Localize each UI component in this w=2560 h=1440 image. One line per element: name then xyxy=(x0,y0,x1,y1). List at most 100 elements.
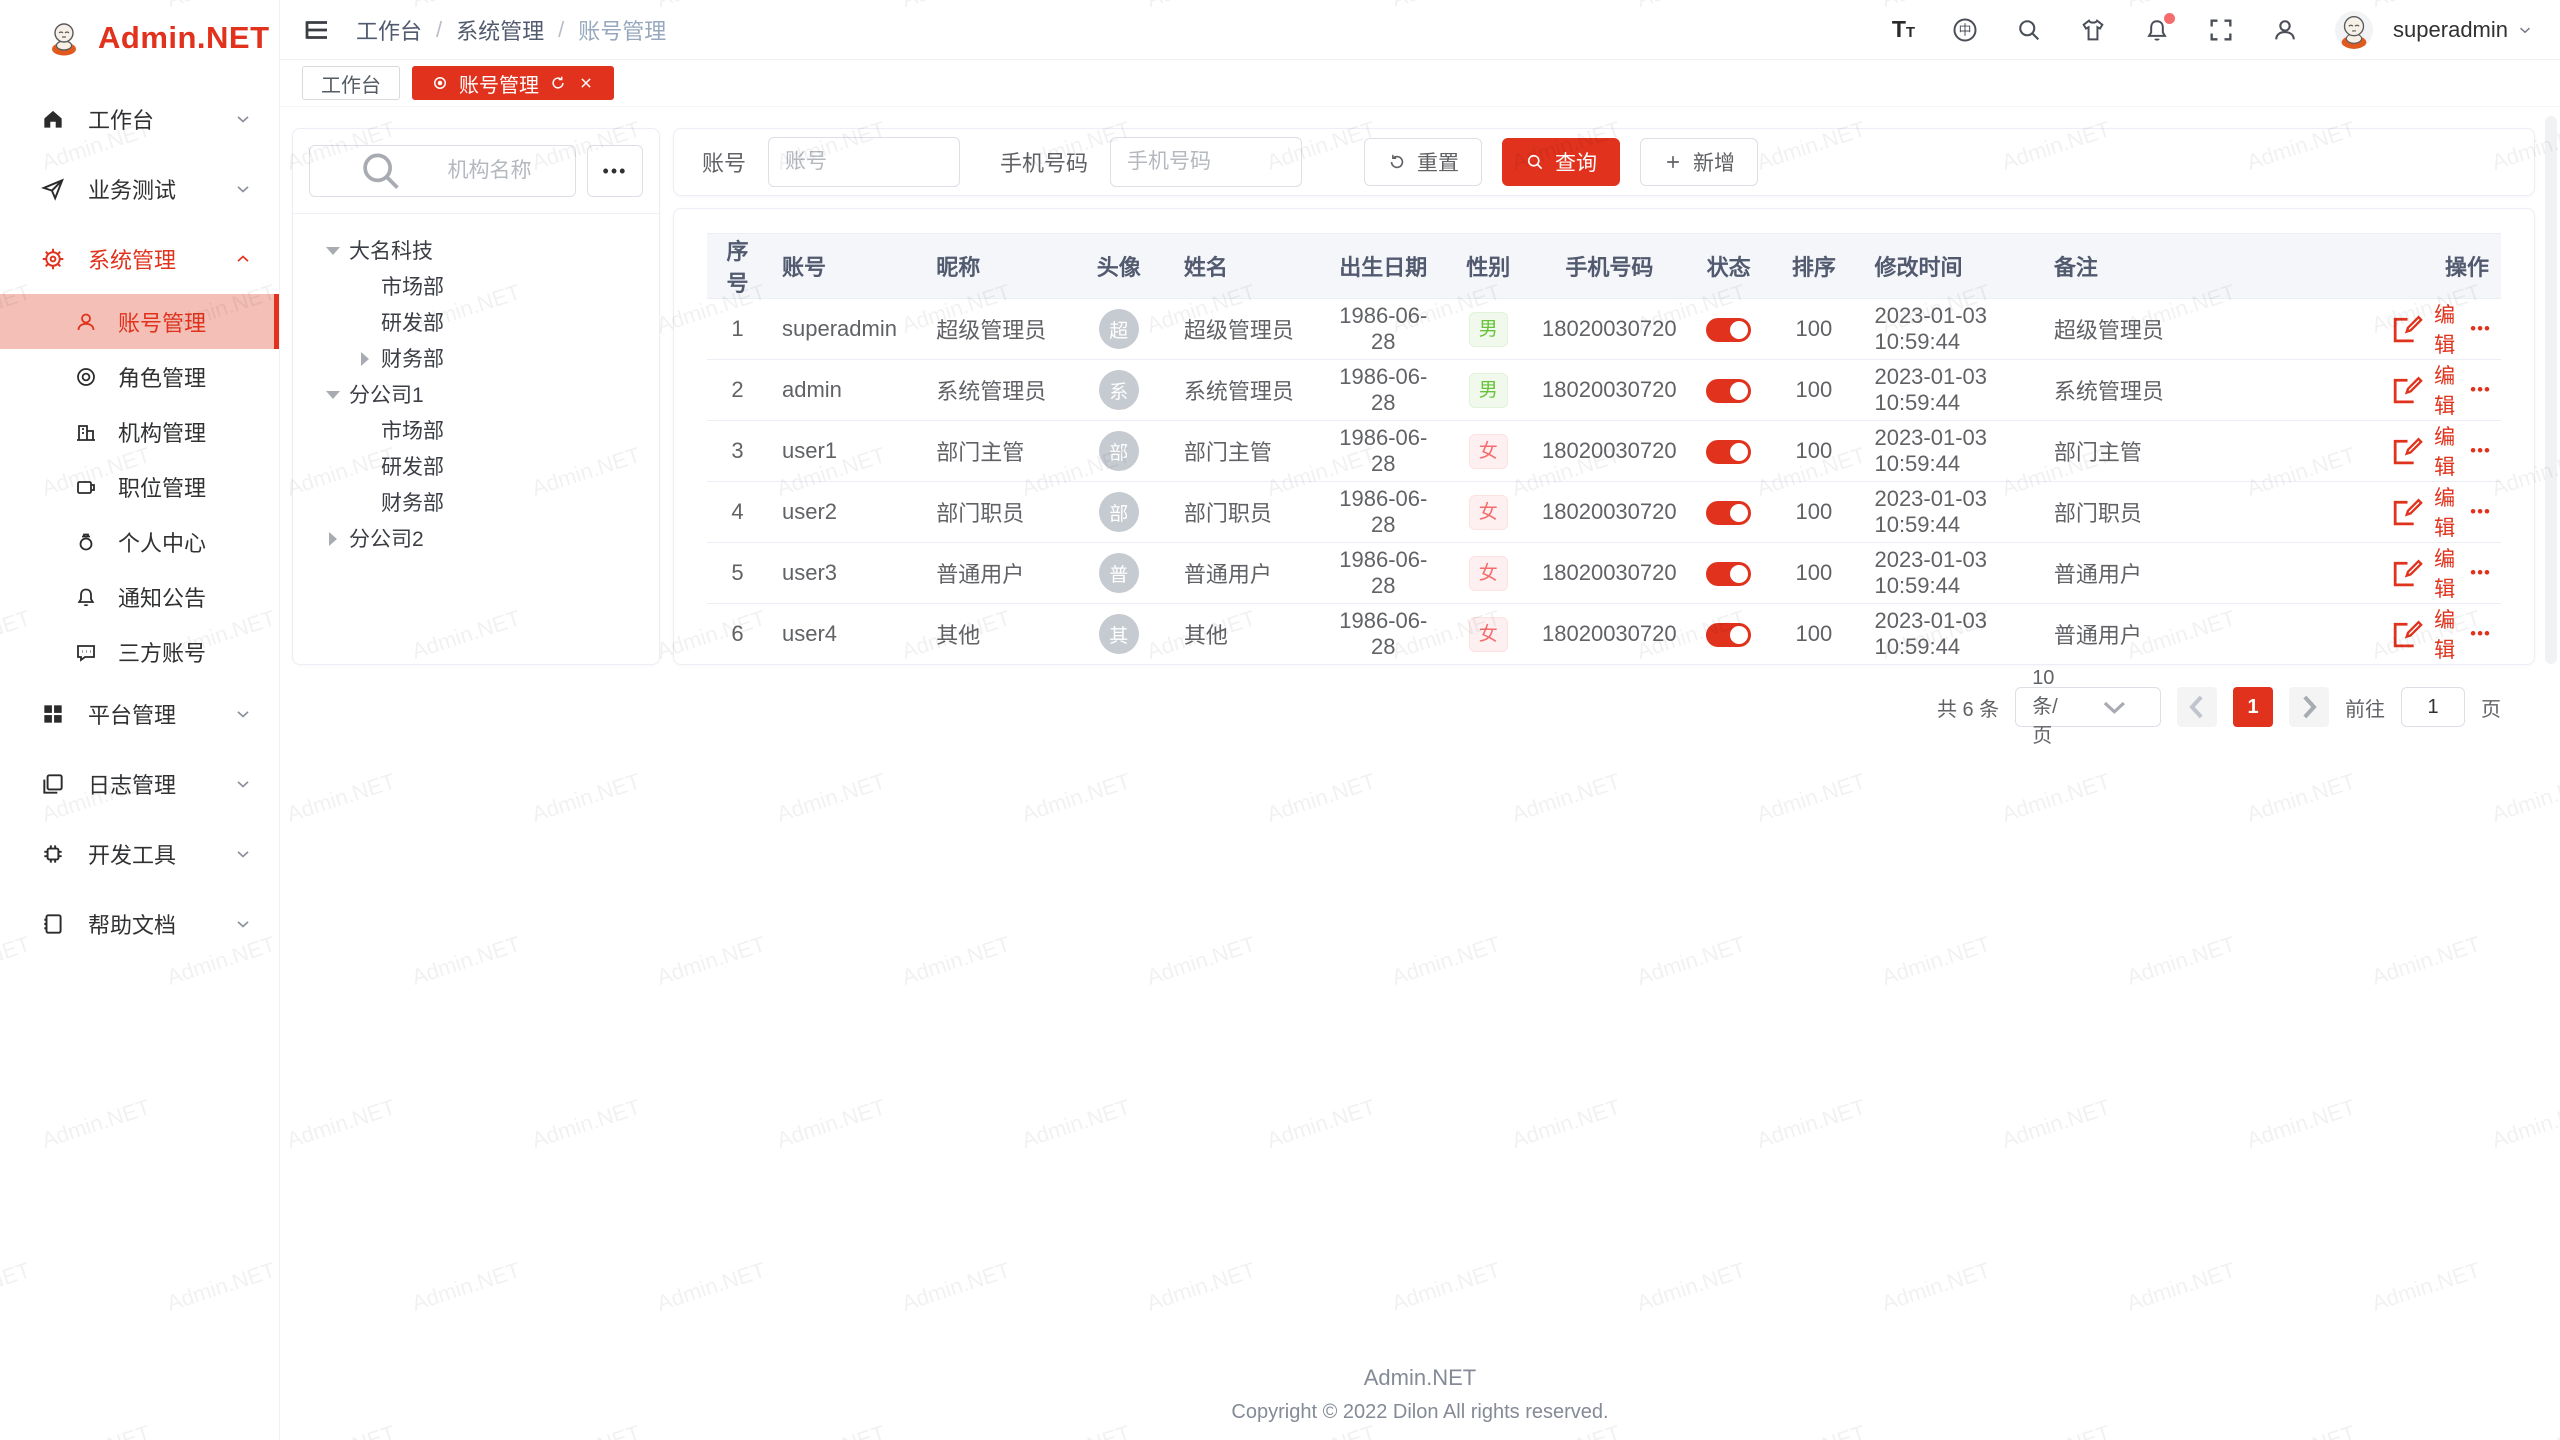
chevron-down-icon xyxy=(2081,688,2148,726)
tree-node-label: 分公司1 xyxy=(349,379,424,409)
caret-down-icon[interactable] xyxy=(325,387,339,401)
footer-app-name: Admin.NET xyxy=(280,1365,2560,1391)
font-size-icon[interactable]: TT xyxy=(1892,18,1915,41)
chevron-down-icon xyxy=(233,914,253,934)
status-toggle[interactable] xyxy=(1706,623,1751,647)
status-toggle[interactable] xyxy=(1706,440,1751,464)
cell-name: 系统管理员 xyxy=(1170,360,1319,421)
more-actions-icon[interactable]: ••• xyxy=(2470,624,2491,644)
current-page-button[interactable]: 1 xyxy=(2233,687,2273,727)
edit-button[interactable]: 编辑 xyxy=(2389,543,2456,603)
caret-right-icon[interactable] xyxy=(357,351,371,365)
sidebar-item-platform-mgmt[interactable]: 平台管理 xyxy=(0,679,279,749)
sidebar-item-thirdparty-account[interactable]: 三方账号 xyxy=(0,624,279,679)
logo[interactable]: Admin.NET xyxy=(0,10,279,66)
gender-badge: 女 xyxy=(1469,617,1508,652)
page-size-select[interactable]: 10条/页 xyxy=(2015,687,2161,727)
menu-collapse-icon[interactable] xyxy=(302,15,332,45)
sidebar-item-business-test[interactable]: 业务测试 xyxy=(0,154,279,224)
status-toggle[interactable] xyxy=(1706,379,1751,403)
search-icon[interactable] xyxy=(2015,16,2043,44)
more-actions-icon[interactable]: ••• xyxy=(2470,563,2491,583)
reset-button[interactable]: 重置 xyxy=(1364,138,1482,186)
page-size-value: 10条/页 xyxy=(2032,667,2071,748)
edit-button[interactable]: 编辑 xyxy=(2389,421,2456,481)
edit-button[interactable]: 编辑 xyxy=(2389,360,2456,420)
sidebar-item-label: 账号管理 xyxy=(118,306,206,338)
cell-remark: 系统管理员 xyxy=(2040,360,2379,421)
tree-node[interactable]: 分公司1 xyxy=(303,376,649,412)
gender-badge: 女 xyxy=(1469,434,1508,469)
scrollbar[interactable] xyxy=(2545,116,2557,664)
notifications-bell-icon[interactable] xyxy=(2143,16,2171,44)
col-avatar: 头像 xyxy=(1068,234,1170,299)
close-icon[interactable] xyxy=(577,74,595,92)
tab-account-mgmt[interactable]: 账号管理 xyxy=(412,66,614,100)
sidebar: Admin.NET 工作台 业务测试 系统管理 账号管理 xyxy=(0,0,280,1440)
breadcrumb-item[interactable]: 系统管理 xyxy=(456,14,544,46)
sidebar-item-system-mgmt[interactable]: 系统管理 xyxy=(0,224,279,294)
table-row: 3 user1 部门主管 部 部门主管 1986-06-28 女 1802003… xyxy=(707,421,2501,482)
language-icon[interactable]: 中 xyxy=(1951,16,1979,44)
sidebar-item-log-mgmt[interactable]: 日志管理 xyxy=(0,749,279,819)
goto-page-input[interactable] xyxy=(2401,687,2465,727)
edit-button[interactable]: 编辑 xyxy=(2389,604,2456,664)
status-toggle[interactable] xyxy=(1706,562,1751,586)
user-menu[interactable]: superadmin xyxy=(2393,17,2534,43)
sidebar-item-org-mgmt[interactable]: 机构管理 xyxy=(0,404,279,459)
table-row: 4 user2 部门职员 部 部门职员 1986-06-28 女 1802003… xyxy=(707,482,2501,543)
org-search-field[interactable] xyxy=(309,145,576,197)
edit-icon xyxy=(2389,493,2426,530)
phone-input[interactable] xyxy=(1110,137,1302,187)
sidebar-item-notice[interactable]: 通知公告 xyxy=(0,569,279,624)
tree-node[interactable]: 财务部 xyxy=(303,484,649,520)
tree-node[interactable]: 财务部 xyxy=(303,340,649,376)
sidebar-item-dev-tools[interactable]: 开发工具 xyxy=(0,819,279,889)
more-actions-icon[interactable]: ••• xyxy=(2470,319,2491,339)
tree-node[interactable]: 市场部 xyxy=(303,268,649,304)
prev-page-button[interactable] xyxy=(2177,687,2217,727)
tree-node[interactable]: 分公司2 xyxy=(303,520,649,556)
refresh-icon[interactable] xyxy=(549,74,567,92)
org-search-input[interactable] xyxy=(448,159,562,183)
sidebar-item-workbench[interactable]: 工作台 xyxy=(0,84,279,154)
col-phone: 手机号码 xyxy=(1529,234,1690,299)
tree-node[interactable]: 研发部 xyxy=(303,448,649,484)
org-more-button[interactable]: ••• xyxy=(587,145,643,197)
tree-node-label: 财务部 xyxy=(381,487,444,517)
tree-node[interactable]: 研发部 xyxy=(303,304,649,340)
account-input[interactable] xyxy=(768,137,960,187)
more-actions-icon[interactable]: ••• xyxy=(2470,441,2491,461)
status-toggle[interactable] xyxy=(1706,318,1751,342)
profile-person-icon[interactable] xyxy=(2271,16,2299,44)
cell-index: 2 xyxy=(707,360,768,421)
edit-button[interactable]: 编辑 xyxy=(2389,299,2456,359)
caret-down-icon[interactable] xyxy=(325,243,339,257)
sidebar-item-personal-center[interactable]: 个人中心 xyxy=(0,514,279,569)
tree-node[interactable]: 市场部 xyxy=(303,412,649,448)
col-status: 状态 xyxy=(1690,234,1767,299)
cell-status xyxy=(1690,299,1767,360)
breadcrumb-item[interactable]: 工作台 xyxy=(356,14,422,46)
cell-phone: 18020030720 xyxy=(1529,604,1690,665)
user-icon xyxy=(74,310,98,334)
tab-workbench[interactable]: 工作台 xyxy=(302,66,400,100)
fullscreen-icon[interactable] xyxy=(2207,16,2235,44)
sidebar-item-account-mgmt[interactable]: 账号管理 xyxy=(0,294,279,349)
add-button[interactable]: 新增 xyxy=(1640,138,1758,186)
cell-nickname: 普通用户 xyxy=(922,543,1067,604)
status-toggle[interactable] xyxy=(1706,501,1751,525)
query-button[interactable]: 查询 xyxy=(1502,138,1620,186)
next-page-button[interactable] xyxy=(2289,687,2329,727)
more-actions-icon[interactable]: ••• xyxy=(2470,502,2491,522)
cell-account: superadmin xyxy=(768,299,922,360)
theme-shirt-icon[interactable] xyxy=(2079,16,2107,44)
tree-node[interactable]: 大名科技 xyxy=(303,232,649,268)
sidebar-item-role-mgmt[interactable]: 角色管理 xyxy=(0,349,279,404)
caret-right-icon[interactable] xyxy=(325,531,339,545)
more-actions-icon[interactable]: ••• xyxy=(2470,380,2491,400)
edit-button[interactable]: 编辑 xyxy=(2389,482,2456,542)
sidebar-item-help-docs[interactable]: 帮助文档 xyxy=(0,889,279,959)
user-avatar[interactable] xyxy=(2335,11,2373,49)
sidebar-item-position-mgmt[interactable]: 职位管理 xyxy=(0,459,279,514)
